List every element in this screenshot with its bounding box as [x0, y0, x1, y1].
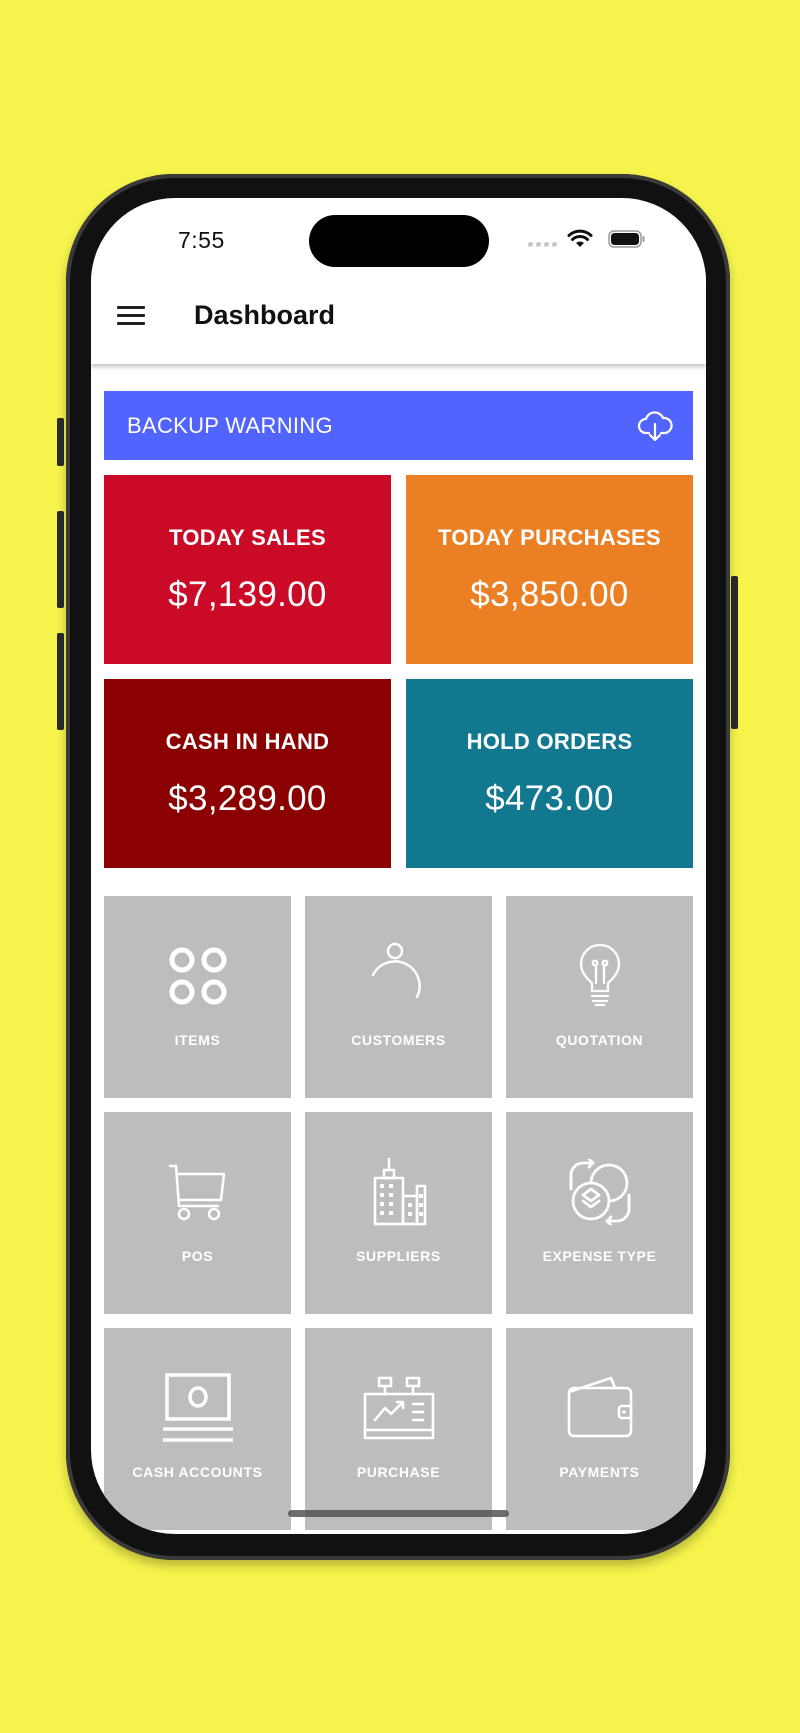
- tile-purchase[interactable]: PURCHASE: [305, 1328, 492, 1530]
- tile-customers[interactable]: CUSTOMERS: [305, 896, 492, 1098]
- page-title: Dashboard: [194, 300, 336, 330]
- battery-icon: [608, 230, 645, 248]
- stats-grid: TODAY SALES $7,139.00 TODAY PURCHASES $3…: [104, 475, 693, 868]
- app-bar: Dashboard: [91, 268, 706, 364]
- stat-card-today-purchases[interactable]: TODAY PURCHASES $3,850.00: [406, 475, 693, 664]
- tile-label: CUSTOMERS: [351, 1032, 446, 1048]
- stat-label: TODAY PURCHASES: [438, 524, 661, 550]
- tile-expense-type[interactable]: EXPENSE TYPE: [506, 1112, 693, 1314]
- tile-label: ITEMS: [174, 1032, 221, 1048]
- sales-board-icon: [359, 1368, 439, 1448]
- tile-label: SUPPLIERS: [356, 1248, 441, 1264]
- coin-exchange-icon: [560, 1152, 640, 1232]
- stat-label: CASH IN HAND: [165, 728, 330, 754]
- stat-value: $3,850.00: [470, 574, 629, 614]
- lightbulb-icon: [560, 936, 640, 1016]
- hamburger-menu-icon[interactable]: [117, 306, 145, 326]
- stat-value: $3,289.00: [168, 778, 327, 818]
- stat-card-cash-in-hand[interactable]: CASH IN HAND $3,289.00: [104, 679, 391, 868]
- stat-card-hold-orders[interactable]: HOLD ORDERS $473.00: [406, 679, 693, 868]
- status-bar: 7:55: [91, 198, 706, 268]
- cash-register-icon: [158, 1368, 238, 1448]
- tile-suppliers[interactable]: SUPPLIERS: [305, 1112, 492, 1314]
- stat-label: HOLD ORDERS: [466, 728, 633, 754]
- person-icon: [359, 936, 439, 1016]
- wallet-icon: [560, 1368, 640, 1448]
- shopping-cart-icon: [158, 1152, 238, 1232]
- tile-pos[interactable]: POS: [104, 1112, 291, 1314]
- tile-label: PURCHASE: [356, 1464, 441, 1480]
- tile-items[interactable]: ITEMS: [104, 896, 291, 1098]
- cloud-download-icon[interactable]: [637, 410, 673, 442]
- backup-warning-label: BACKUP WARNING: [127, 412, 333, 438]
- backup-warning-banner[interactable]: BACKUP WARNING: [104, 391, 693, 460]
- tile-quotation[interactable]: QUOTATION: [506, 896, 693, 1098]
- home-indicator[interactable]: [288, 1510, 509, 1517]
- volume-up-button[interactable]: [57, 511, 64, 608]
- buildings-icon: [359, 1152, 439, 1232]
- phone-screen: 7:55 Dashboard BACKUP WARNING TODAY SALE…: [91, 198, 706, 1534]
- tile-label: CASH ACCOUNTS: [132, 1464, 263, 1480]
- stat-value: $7,139.00: [168, 574, 327, 614]
- tile-label: PAYMENTS: [559, 1464, 640, 1480]
- tile-label: EXPENSE TYPE: [542, 1248, 657, 1264]
- stat-card-today-sales[interactable]: TODAY SALES $7,139.00: [104, 475, 391, 664]
- tile-cash-accounts[interactable]: CASH ACCOUNTS: [104, 1328, 291, 1530]
- wifi-icon: [567, 229, 593, 247]
- tile-label: POS: [181, 1248, 214, 1264]
- menu-tiles-grid: ITEMS CUSTOMERS QUOTATION POS SUPPLIERS …: [104, 896, 693, 1530]
- status-time: 7:55: [178, 227, 225, 253]
- power-button[interactable]: [731, 576, 738, 729]
- dynamic-island: [309, 215, 489, 267]
- signal-dots-icon: [528, 242, 557, 247]
- stat-value: $473.00: [485, 778, 614, 818]
- tile-payments[interactable]: PAYMENTS: [506, 1328, 693, 1530]
- four-circles-icon: [158, 936, 238, 1016]
- volume-down-button[interactable]: [57, 633, 64, 730]
- tile-label: QUOTATION: [555, 1032, 644, 1048]
- action-button[interactable]: [57, 418, 64, 466]
- stat-label: TODAY SALES: [169, 524, 326, 550]
